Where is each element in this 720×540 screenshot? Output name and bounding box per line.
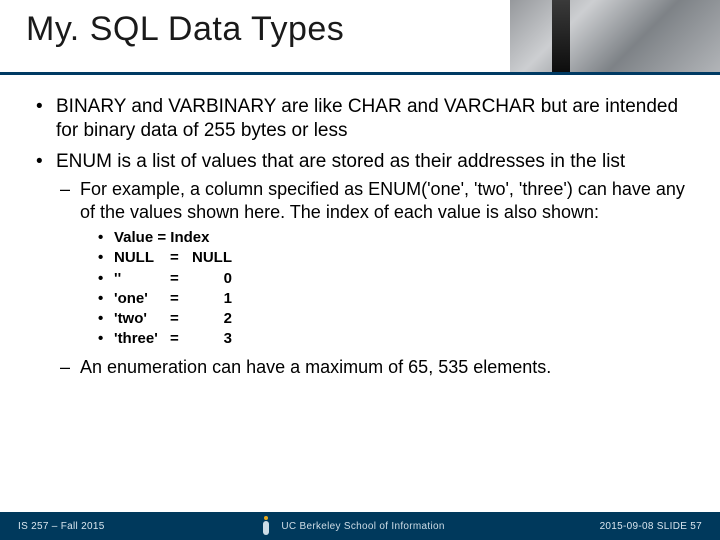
equals-cell: = — [170, 269, 192, 289]
sub-bullet-list: For example, a column specified as ENUM(… — [56, 178, 690, 379]
value-index-row: '' = 0 — [98, 269, 690, 289]
equals-cell: = — [170, 329, 192, 349]
value-cell: 'two' — [114, 309, 170, 329]
footer-bar: IS 257 – Fall 2015 UC Berkeley School of… — [0, 512, 720, 540]
slide-body: BINARY and VARBINARY are like CHAR and V… — [0, 75, 720, 379]
slide-title: My. SQL Data Types — [0, 0, 720, 49]
sub-bullet-item: An enumeration can have a maximum of 65,… — [56, 356, 690, 379]
value-index-row: 'three' = 3 — [98, 329, 690, 349]
value-cell: NULL — [114, 248, 170, 268]
sub-bullet-item: For example, a column specified as ENUM(… — [56, 178, 690, 350]
value-cell: '' — [114, 269, 170, 289]
title-bar: My. SQL Data Types — [0, 0, 720, 75]
equals-cell: = — [170, 248, 192, 268]
value-cell: 'three' — [114, 329, 170, 349]
index-cell: 3 — [192, 329, 232, 349]
index-cell: 2 — [192, 309, 232, 329]
footer-center: UC Berkeley School of Information — [105, 516, 600, 536]
footer-center-text: UC Berkeley School of Information — [281, 521, 444, 532]
bullet-item: BINARY and VARBINARY are like CHAR and V… — [30, 95, 690, 144]
equals-cell: = — [170, 309, 192, 329]
value-index-row: 'one' = 1 — [98, 289, 690, 309]
ischool-logo-icon — [259, 516, 273, 536]
sub-bullet-text: For example, a column specified as ENUM(… — [80, 179, 685, 222]
bullet-list: BINARY and VARBINARY are like CHAR and V… — [30, 95, 690, 379]
value-index-row: NULL = NULL — [98, 248, 690, 268]
bullet-text: ENUM is a list of values that are stored… — [56, 151, 625, 172]
value-index-header: Value = Index — [98, 228, 690, 248]
index-cell: NULL — [192, 248, 232, 268]
equals-cell: = — [170, 289, 192, 309]
index-cell: 1 — [192, 289, 232, 309]
bullet-item: ENUM is a list of values that are stored… — [30, 150, 690, 379]
footer-left-text: IS 257 – Fall 2015 — [18, 521, 105, 532]
value-cell: 'one' — [114, 289, 170, 309]
value-index-row: 'two' = 2 — [98, 309, 690, 329]
footer-right-text: 2015-09-08 SLIDE 57 — [600, 521, 702, 532]
slide: My. SQL Data Types BINARY and VARBINARY … — [0, 0, 720, 540]
index-cell: 0 — [192, 269, 232, 289]
value-index-list: Value = Index NULL = NULL '' = 0 — [80, 228, 690, 350]
